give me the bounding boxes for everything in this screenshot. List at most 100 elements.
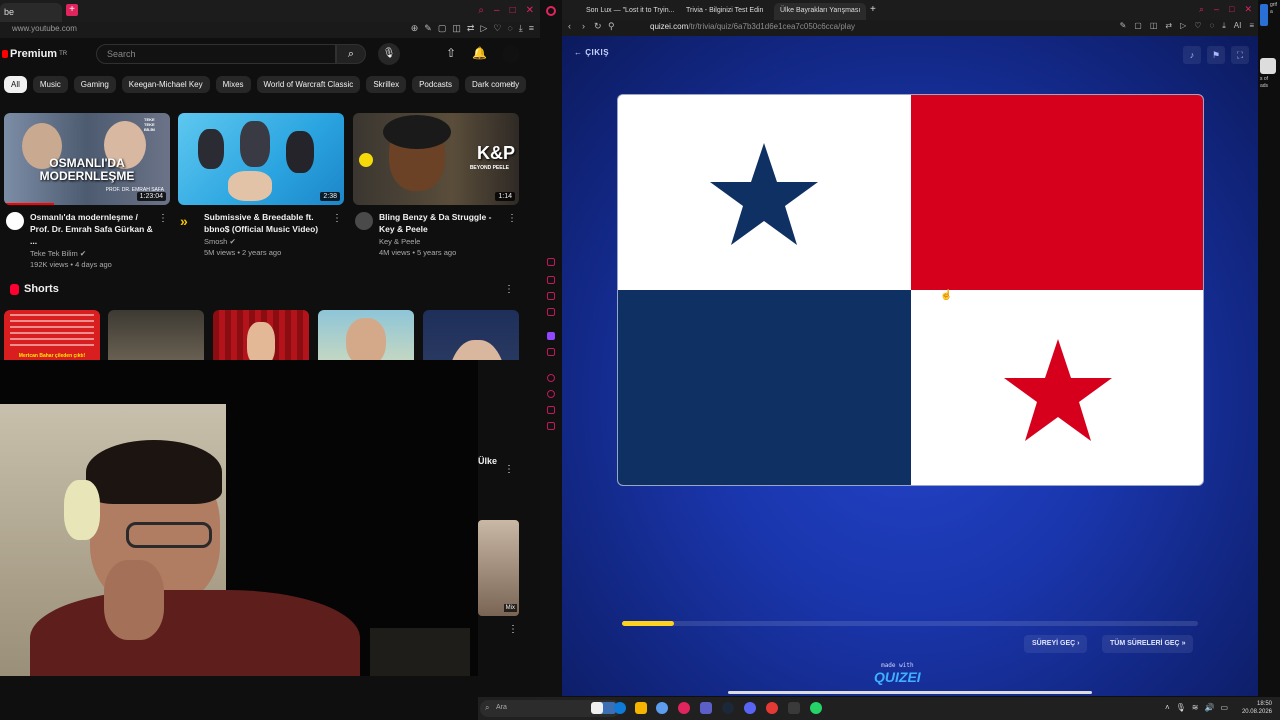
short-thumbnail[interactable] bbox=[213, 310, 309, 366]
channel-name[interactable]: Key & Peele bbox=[379, 237, 519, 246]
search-icon[interactable]: ⌕ bbox=[1199, 4, 1204, 15]
more-options-icon[interactable]: ⋮ bbox=[504, 464, 514, 475]
tab-youtube[interactable]: be bbox=[0, 3, 62, 22]
screenshot-icon[interactable]: ▢ bbox=[438, 23, 447, 34]
video-card[interactable]: OSMANLI'DA MODERNLEŞME PROF. DR. EMRAH S… bbox=[4, 113, 170, 269]
file-explorer-icon[interactable] bbox=[635, 702, 647, 714]
chat-icon[interactable]: ◌ bbox=[507, 23, 512, 34]
minimize-icon[interactable]: – bbox=[494, 5, 500, 16]
sidebar-twitch-icon[interactable] bbox=[547, 332, 555, 340]
chevron-up-icon[interactable]: ˄ bbox=[1165, 703, 1170, 712]
skip-timer-button[interactable]: SÜREYİ GEÇ › bbox=[1024, 635, 1088, 653]
video-title[interactable]: Osmanlı'da modernleşme / Prof. Dr. Emrah… bbox=[30, 211, 158, 247]
steam-icon[interactable] bbox=[722, 702, 734, 714]
play-icon[interactable]: ▷ bbox=[1180, 21, 1186, 31]
task-view-icon[interactable] bbox=[591, 702, 603, 714]
chip-podcasts[interactable]: Podcasts bbox=[412, 76, 459, 93]
exit-button[interactable]: ← ÇIKIŞ bbox=[574, 48, 609, 57]
chat-icon[interactable]: ◌ bbox=[1209, 21, 1214, 31]
battery-icon[interactable]: ▭ bbox=[1220, 703, 1228, 712]
translate-icon[interactable]: ⇄ bbox=[1165, 21, 1172, 31]
short-thumbnail[interactable]: Mertcan Bahar çileden çıktı! bbox=[4, 310, 100, 366]
new-tab-button[interactable]: + bbox=[66, 4, 78, 16]
more-options-icon[interactable]: ⋮ bbox=[504, 284, 514, 295]
edge-app-icon[interactable] bbox=[1260, 4, 1268, 26]
zoom-icon[interactable]: ⊕ bbox=[411, 23, 419, 34]
menu-icon[interactable]: ≡ bbox=[1249, 21, 1254, 31]
sidebar-player-icon[interactable] bbox=[547, 374, 555, 382]
chip-all[interactable]: All bbox=[4, 76, 27, 93]
back-icon[interactable]: ‹ bbox=[568, 21, 571, 31]
voice-search-button[interactable]: 🎙 bbox=[378, 43, 400, 65]
opera-logo-icon[interactable] bbox=[546, 6, 556, 16]
search-icon[interactable]: ⌕ bbox=[478, 5, 484, 16]
url-text[interactable]: quizei.com/tr/trivia/quiz/6a7b3d1d6e1cea… bbox=[650, 22, 855, 31]
maximize-icon[interactable]: □ bbox=[1229, 4, 1234, 15]
sound-button[interactable]: ♪ bbox=[1183, 46, 1201, 64]
ai-icon[interactable]: AI bbox=[1234, 21, 1242, 31]
chip-wow-classic[interactable]: World of Warcraft Classic bbox=[256, 76, 361, 93]
close-icon[interactable]: ✕ bbox=[526, 5, 534, 16]
sidebar-whatsapp-icon[interactable] bbox=[547, 292, 555, 300]
channel-avatar[interactable]: » bbox=[180, 212, 198, 230]
camera-icon[interactable]: ◫ bbox=[452, 23, 461, 34]
forward-icon[interactable]: › bbox=[582, 21, 585, 31]
avatar[interactable] bbox=[502, 45, 520, 63]
search-input[interactable]: Search bbox=[96, 44, 336, 64]
menu-icon[interactable]: ≡ bbox=[529, 23, 534, 34]
more-options-icon[interactable]: ⋮ bbox=[158, 213, 168, 224]
video-card[interactable]: K&P BEYOND PEELE 1:14 Bling Benzy & Da S… bbox=[353, 113, 519, 257]
sidebar-x-icon[interactable] bbox=[547, 348, 555, 356]
tab-flag-quiz[interactable]: Ülke Bayrakları Yarışması bbox=[774, 3, 866, 20]
close-icon[interactable]: ✕ bbox=[1244, 4, 1252, 15]
chip-gaming[interactable]: Gaming bbox=[73, 76, 116, 93]
microphone-icon[interactable]: 🎙 bbox=[1176, 703, 1186, 712]
download-icon[interactable]: ⤓ bbox=[519, 23, 523, 34]
app-icon[interactable] bbox=[788, 702, 800, 714]
tab-son-lux[interactable]: Son Lux — "Lost it to Tryin... bbox=[580, 3, 674, 20]
skip-all-timers-button[interactable]: TÜM SÜRELERİ GEÇ » bbox=[1102, 635, 1194, 653]
left-address-bar[interactable]: www.youtube.com ⊕ ✎ ▢ ◫ ⇄ ▷ ♡ ◌ ⤓ ≡ bbox=[0, 22, 540, 38]
sidebar-bookmarks-icon[interactable] bbox=[547, 406, 555, 414]
channel-avatar[interactable] bbox=[355, 212, 373, 230]
edge-icon[interactable] bbox=[614, 702, 626, 714]
more-options-icon[interactable]: ⋮ bbox=[332, 213, 342, 224]
camera-icon[interactable]: ◫ bbox=[1150, 21, 1158, 31]
sidebar-instagram-icon[interactable] bbox=[547, 308, 555, 316]
chevron-right-icon[interactable]: › bbox=[510, 78, 513, 89]
right-address-bar[interactable]: ‹ › ↻ ⚲ quizei.com/tr/trivia/quiz/6a7b3d… bbox=[562, 20, 1262, 36]
mix-thumbnail[interactable]: Mix bbox=[478, 520, 519, 616]
notifications-icon[interactable]: 🔔 bbox=[472, 46, 487, 60]
short-thumbnail[interactable] bbox=[108, 310, 204, 366]
fullscreen-button[interactable]: ⛶ bbox=[1231, 46, 1249, 64]
teams-icon[interactable] bbox=[700, 702, 712, 714]
site-info-icon[interactable]: ⚲ bbox=[608, 21, 615, 32]
video-title[interactable]: Bling Benzy & Da Struggle - Key & Peele bbox=[379, 211, 507, 235]
pin-icon[interactable]: ✎ bbox=[424, 23, 432, 34]
sidebar-messenger-icon[interactable] bbox=[547, 276, 555, 284]
maximize-icon[interactable]: □ bbox=[510, 5, 516, 16]
volume-icon[interactable]: 🔊 bbox=[1204, 703, 1214, 712]
heart-icon[interactable]: ♡ bbox=[493, 23, 501, 34]
pin-icon[interactable]: ✎ bbox=[1120, 21, 1127, 31]
edge-thumbnail[interactable] bbox=[1260, 58, 1276, 74]
sidebar-history-icon[interactable] bbox=[547, 390, 555, 398]
chip-mixes[interactable]: Mixes bbox=[215, 76, 251, 93]
translate-icon[interactable]: ⇄ bbox=[467, 23, 475, 34]
video-card[interactable]: 2:38 » Submissive & Breedable ft. bbno$ … bbox=[178, 113, 344, 257]
discord-icon[interactable] bbox=[744, 702, 756, 714]
heart-icon[interactable]: ♡ bbox=[1194, 21, 1201, 31]
sidebar-settings-icon[interactable] bbox=[547, 422, 555, 430]
play-icon[interactable]: ▷ bbox=[480, 23, 487, 34]
opera-icon[interactable] bbox=[678, 702, 690, 714]
chip-music[interactable]: Music bbox=[32, 76, 68, 93]
chip-dark-comedy[interactable]: Dark comedy bbox=[465, 76, 527, 93]
video-thumbnail[interactable]: 2:38 bbox=[178, 113, 344, 205]
search-button[interactable]: ⌕ bbox=[336, 44, 366, 64]
youtube-logo[interactable]: Premium TR bbox=[2, 48, 67, 60]
taskbar-clock[interactable]: 18:50 20.08.2026 bbox=[1242, 700, 1272, 716]
reload-icon[interactable]: ↻ bbox=[594, 21, 602, 32]
whatsapp-icon[interactable] bbox=[810, 702, 822, 714]
chip-keegan[interactable]: Keegan-Michael Key bbox=[121, 76, 210, 93]
channel-avatar[interactable] bbox=[6, 212, 24, 230]
